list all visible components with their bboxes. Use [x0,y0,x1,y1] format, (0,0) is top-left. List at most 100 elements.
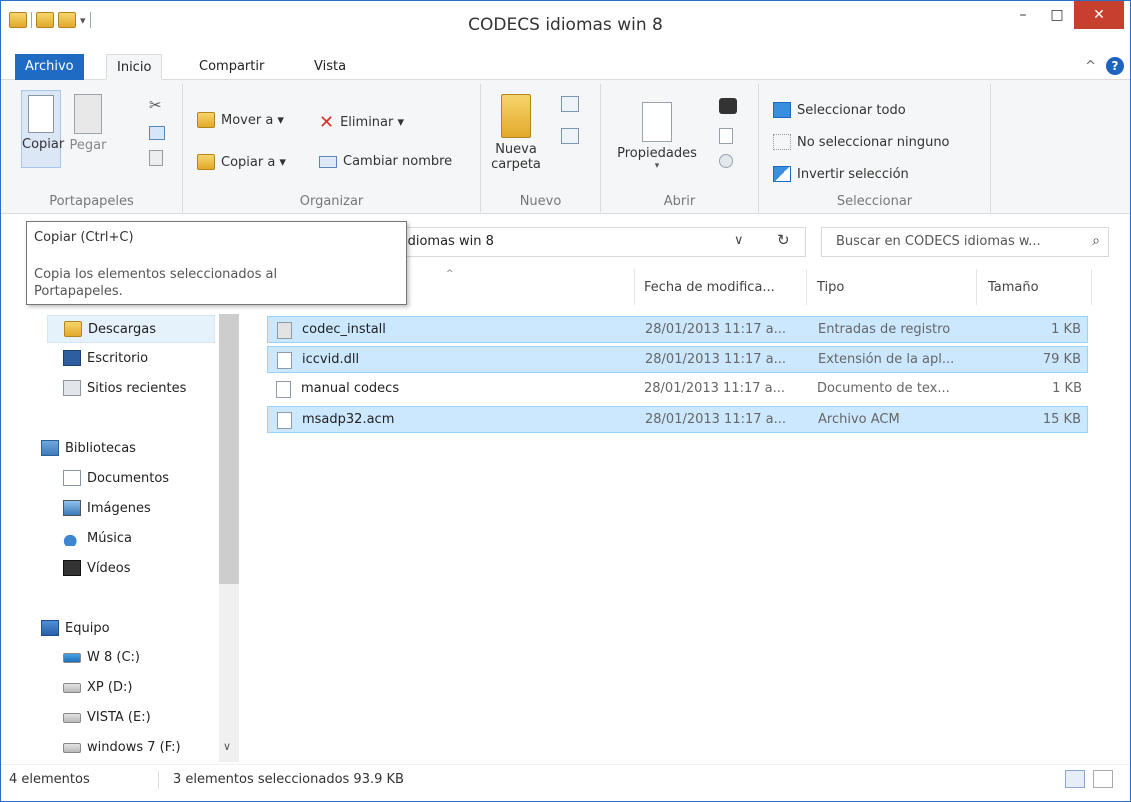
nav-item-equipo[interactable]: Equipo [41,620,110,636]
column-header-type[interactable]: Tipo [817,280,844,295]
column-header-size[interactable]: Tamaño [988,280,1039,295]
downloads-icon [64,321,82,337]
computer-icon [41,620,59,636]
move-to-button[interactable]: Mover a ▾ [197,112,284,128]
new-folder-button[interactable]: Nueva carpeta [491,94,541,172]
chevron-down-icon: ▾ [654,161,660,171]
file-row[interactable]: codec_install 28/01/2013 11:17 a... Entr… [267,316,1088,343]
explorer-window: ▾ CODECS idiomas win 8 – □ ✕ Archivo Ini… [0,0,1131,802]
group-abrir: Propiedades ▾ Abrir [601,84,759,212]
nav-item-label: W 8 (C:) [87,650,140,665]
file-size: 1 KB [1051,322,1081,337]
details-view-icon[interactable] [1065,770,1085,788]
nav-item-escritorio[interactable]: Escritorio [63,350,148,366]
help-icon[interactable]: ? [1106,57,1124,75]
desktop-icon [63,350,81,366]
videos-icon [63,560,81,576]
libraries-icon [41,440,59,456]
nav-item-videos[interactable]: Vídeos [63,560,130,576]
paste-button[interactable]: Pegar [68,94,108,153]
tab-inicio[interactable]: Inicio [106,54,163,80]
drive-icon [63,742,81,753]
cut-icon[interactable]: ✂ [149,96,162,114]
nav-item-label: Equipo [65,620,110,636]
properties-button[interactable]: Propiedades ▾ [611,102,703,171]
delete-button[interactable]: ✕ Eliminar ▾ [319,112,404,133]
nav-item-sitios-recientes[interactable]: Sitios recientes [63,380,186,396]
column-separator[interactable] [634,269,635,305]
window-controls: – □ ✕ [1006,1,1124,29]
file-type: Documento de tex... [817,381,950,396]
copy-path-icon[interactable] [149,126,165,140]
easy-access-icon[interactable] [561,128,579,144]
tooltip: Copiar (Ctrl+C) Copia los elementos sele… [26,221,407,305]
collapse-ribbon-icon[interactable]: ^ [1085,59,1096,74]
file-row[interactable]: iccvid.dll 28/01/2013 11:17 a... Extensi… [267,346,1088,373]
paste-shortcut-icon[interactable] [149,150,163,166]
open-icon[interactable] [719,98,737,114]
nav-item-musica[interactable]: Música [63,530,132,546]
invert-selection-button[interactable]: Invertir selección [773,166,909,182]
rename-button[interactable]: Cambiar nombre [319,154,452,169]
search-icon[interactable]: ⌕ [1092,233,1100,249]
copy-button[interactable]: Copiar [21,90,65,168]
selection-info: 3 elementos seleccionados 93.9 KB [173,772,404,787]
group-label: Abrir [663,194,696,209]
paste-label: Pegar [69,138,107,153]
copy-label: Copiar [22,137,65,152]
column-header-date[interactable]: Fecha de modifica... [644,280,775,295]
nav-item-label: Música [87,530,132,546]
recent-places-icon [63,380,81,396]
column-separator[interactable] [1091,269,1092,305]
nav-item-imagenes[interactable]: Imágenes [63,500,151,516]
paste-icon [74,94,102,134]
group-portapapeles: Copiar Pegar ✂ Portapapeles [1,84,183,212]
item-count: 4 elementos [9,772,90,787]
search-placeholder: Buscar en CODECS idiomas w... [836,234,1041,249]
address-dropdown-icon[interactable]: ∨ [734,233,744,248]
tab-archivo[interactable]: Archivo [15,54,84,80]
nav-item-drive-e[interactable]: VISTA (E:) [63,710,151,725]
nav-item-label: VISTA (E:) [87,710,151,725]
select-all-button[interactable]: Seleccionar todo [773,102,906,118]
file-type: Entradas de registro [818,322,951,337]
nav-item-drive-c[interactable]: W 8 (C:) [63,650,140,665]
invert-selection-label: Invertir selección [797,166,909,182]
nav-scrollbar-thumb[interactable] [219,314,239,584]
nav-item-bibliotecas[interactable]: Bibliotecas [41,440,136,456]
file-row[interactable]: manual codecs 28/01/2013 11:17 a... Docu… [267,376,1088,403]
scroll-down-icon[interactable]: ∨ [223,740,231,753]
tab-compartir[interactable]: Compartir [189,54,274,80]
minimize-button[interactable]: – [1006,1,1040,29]
large-icons-view-icon[interactable] [1093,770,1113,788]
nav-item-descargas[interactable]: Descargas [47,315,215,343]
new-item-icon[interactable] [561,96,579,112]
status-bar: 4 elementos 3 elementos seleccionados 93… [1,764,1130,792]
move-icon [197,112,215,128]
tab-vista[interactable]: Vista [304,54,356,80]
maximize-button[interactable]: □ [1040,1,1074,29]
nav-item-drive-d[interactable]: XP (D:) [63,680,132,695]
nav-item-label: Escritorio [87,350,149,366]
registry-file-icon [277,322,292,339]
copy-to-button[interactable]: Copiar a ▾ [197,154,286,170]
column-separator[interactable] [976,269,977,305]
nav-item-documentos[interactable]: Documentos [63,470,169,486]
close-button[interactable]: ✕ [1074,1,1124,29]
text-file-icon [276,381,291,398]
search-input[interactable]: Buscar en CODECS idiomas w... ⌕ [821,227,1109,257]
tooltip-body: Copia los elementos seleccionados al Por… [34,267,278,299]
edit-icon[interactable] [719,128,733,144]
history-icon[interactable] [719,154,733,168]
column-separator[interactable] [806,269,807,305]
title-bar: ▾ CODECS idiomas win 8 – □ ✕ [1,1,1130,49]
select-none-icon [773,134,791,150]
file-row[interactable]: msadp32.acm 28/01/2013 11:17 a... Archiv… [267,406,1088,433]
select-none-button[interactable]: No seleccionar ninguno [773,134,950,150]
nav-item-drive-f[interactable]: windows 7 (F:) [63,740,181,755]
group-organizar: Mover a ▾ Copiar a ▾ ✕ Eliminar ▾ Cambia… [183,84,481,212]
tooltip-title: Copiar (Ctrl+C) [34,230,134,245]
address-path: idiomas win 8 [404,234,494,249]
refresh-icon[interactable]: ↻ [777,231,790,249]
group-label: Portapapeles [49,194,134,209]
